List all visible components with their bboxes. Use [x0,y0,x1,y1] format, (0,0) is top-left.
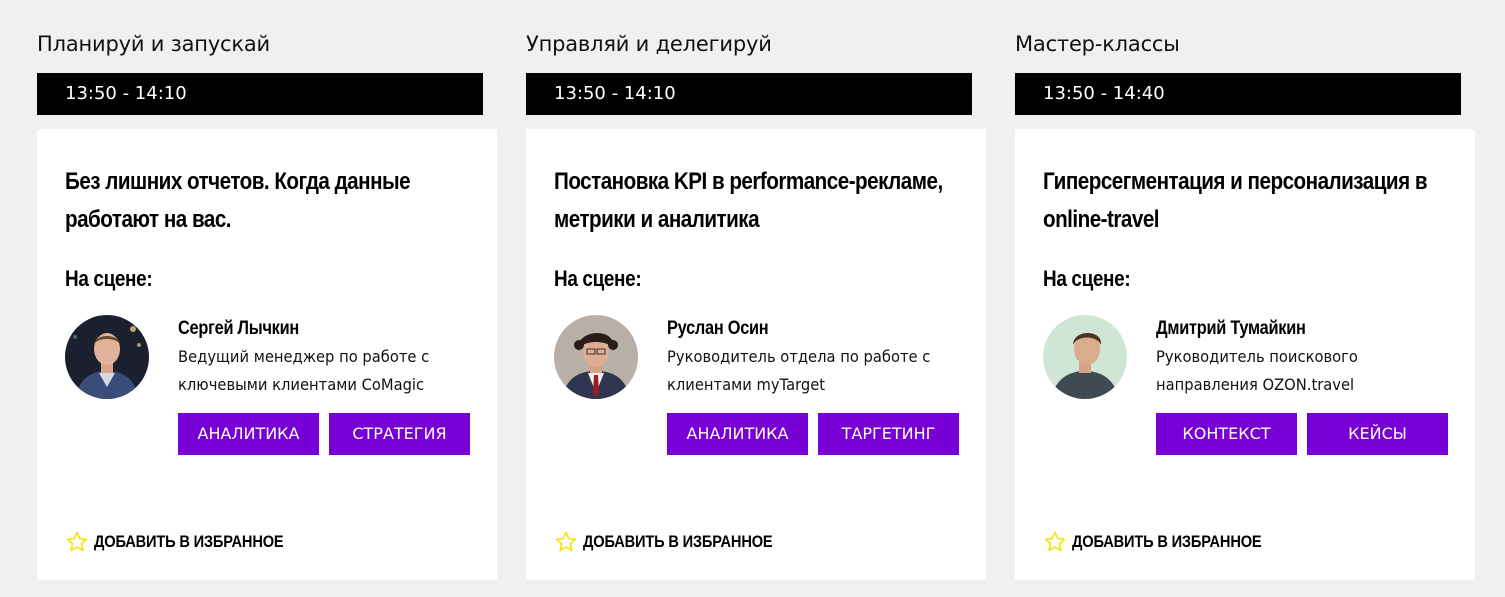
track-title: Планируй и запускай [37,32,271,56]
speaker-role-line: Ведущий менеджер по работе с [178,347,430,366]
talk-title-line: Гиперсегментация и персонализация в [1043,168,1428,195]
talk-title-line: Постановка KPI в performance-рекламе, [554,168,943,195]
session-time: 13:50 - 14:40 [1043,83,1165,104]
speaker-avatar[interactable] [65,315,149,399]
speaker-role-line: Руководитель поискового [1156,347,1358,366]
speaker-role: Руководитель отдела по работе с клиентам… [667,343,934,399]
speaker-role-line: направления OZON.travel [1156,375,1355,394]
star-outline-icon [66,531,88,552]
session-card[interactable]: Гиперсегментация и персонализация в onli… [1015,129,1475,580]
stage-label: На сцене: [65,266,153,291]
track-title: Мастер-классы [1015,32,1180,56]
speaker-role: Руководитель поискового направления OZON… [1156,343,1423,399]
speaker-role: Ведущий менеджер по работе с ключевыми к… [178,343,445,399]
session-column-2: Управляй и делегируй 13:50 - 14:10 Поста… [526,0,986,597]
session-time: 13:50 - 14:10 [554,83,676,104]
track-title: Управляй и делегируй [526,32,772,56]
speaker-role-line: ключевыми клиентами CoMagic [178,375,425,394]
stage-label: На сцене: [554,266,642,291]
star-outline-icon [1044,531,1066,552]
add-to-favorites-label: ДОБАВИТЬ В ИЗБРАННОЕ [94,532,284,551]
tag-button[interactable]: КЕЙСЫ [1307,413,1448,455]
tag-button[interactable]: КОНТЕКСТ [1156,413,1297,455]
talk-title-line: работают на вас. [65,206,232,233]
time-bar: 13:50 - 14:40 [1015,73,1461,115]
tag-button[interactable]: ТАРГЕТИНГ [818,413,959,455]
star-outline-icon [555,531,577,552]
talk-title[interactable]: Без лишних отчетов. Когда данные работаю… [65,163,461,239]
time-bar: 13:50 - 14:10 [37,73,483,115]
session-card[interactable]: Без лишних отчетов. Когда данные работаю… [37,129,497,580]
time-bar: 13:50 - 14:10 [526,73,972,115]
tag-button[interactable]: АНАЛИТИКА [667,413,808,455]
session-card[interactable]: Постановка KPI в performance-рекламе, ме… [526,129,986,580]
speaker-avatar[interactable] [554,315,638,399]
talk-title[interactable]: Гиперсегментация и персонализация в onli… [1043,163,1439,239]
tag-button[interactable]: АНАЛИТИКА [178,413,319,455]
session-column-1: Планируй и запускай 13:50 - 14:10 Без ли… [37,0,497,597]
speaker-name[interactable]: Сергей Лычкин [178,318,299,340]
session-time: 13:50 - 14:10 [65,83,187,104]
talk-title-line: Без лишних отчетов. Когда данные [65,168,411,195]
talk-title[interactable]: Постановка KPI в performance-рекламе, ме… [554,163,950,239]
speaker-avatar[interactable] [1043,315,1127,399]
tag-button[interactable]: СТРАТЕГИЯ [329,413,470,455]
speaker-role-line: Руководитель отдела по работе с [667,347,931,366]
add-to-favorites-label: ДОБАВИТЬ В ИЗБРАННОЕ [583,532,773,551]
add-to-favorites-button[interactable]: ДОБАВИТЬ В ИЗБРАННОЕ [554,529,803,555]
speaker-name[interactable]: Дмитрий Тумайкин [1156,318,1306,340]
add-to-favorites-button[interactable]: ДОБАВИТЬ В ИЗБРАННОЕ [65,529,314,555]
speaker-name[interactable]: Руслан Осин [667,318,769,340]
speaker-role-line: клиентами myTarget [667,375,826,394]
talk-title-line: online-travel [1043,206,1160,233]
stage-label: На сцене: [1043,266,1131,291]
talk-title-line: метрики и аналитика [554,206,760,233]
add-to-favorites-button[interactable]: ДОБАВИТЬ В ИЗБРАННОЕ [1043,529,1292,555]
session-column-3: Мастер-классы 13:50 - 14:40 Гиперсегмент… [1015,0,1475,597]
add-to-favorites-label: ДОБАВИТЬ В ИЗБРАННОЕ [1072,532,1262,551]
